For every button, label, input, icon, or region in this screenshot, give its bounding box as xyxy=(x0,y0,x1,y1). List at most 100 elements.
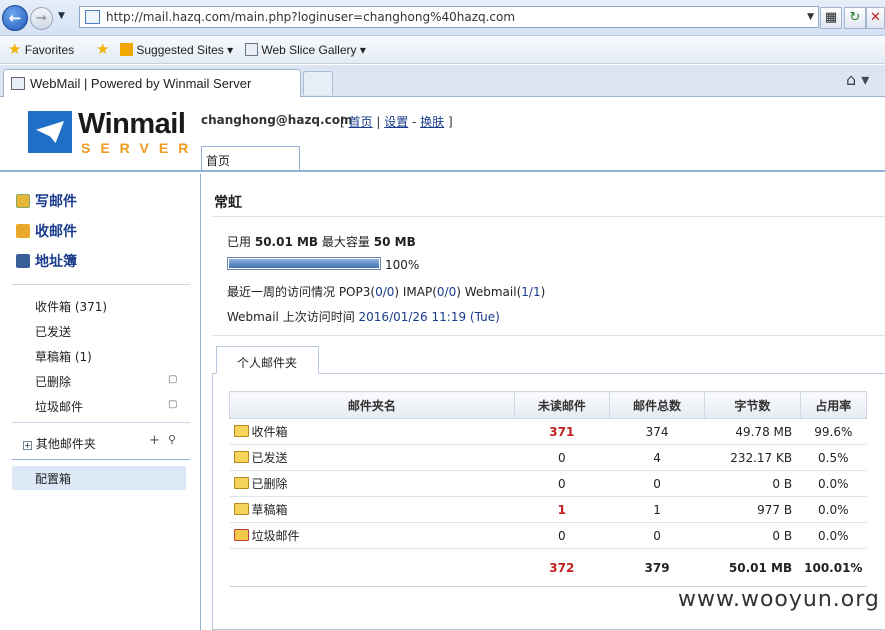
sidebar-item-junk[interactable]: 垃圾邮件 xyxy=(35,398,83,415)
stop-button[interactable]: ✕ xyxy=(866,7,885,29)
other-folders-toggle[interactable]: + 其他邮件夹 xyxy=(23,435,96,452)
tab-home[interactable]: 首页 xyxy=(201,146,300,170)
col-unread[interactable]: 未读邮件 xyxy=(513,391,610,419)
addressbook-button[interactable]: 地址簿 xyxy=(16,251,77,271)
sidebar: 写邮件 收邮件 地址簿 收件箱 (371) 已发送 草稿箱 (1) 已删除 ▢ … xyxy=(0,174,201,630)
usage-rate: 99.6% xyxy=(800,418,867,445)
folder-sent-icon xyxy=(233,451,249,463)
compose-button[interactable]: 写邮件 xyxy=(16,191,77,211)
folder-deleted-icon xyxy=(233,477,249,489)
expand-icon: + xyxy=(23,441,32,450)
total-count: 1 xyxy=(609,496,705,523)
folder-table: 邮件夹名 未读邮件 邮件总数 字节数 占用率 收件箱 371 374 49.78… xyxy=(229,391,868,587)
byte-size: 49.78 MB xyxy=(704,418,801,445)
divider xyxy=(12,459,190,460)
col-folder-name[interactable]: 邮件夹名 xyxy=(229,391,515,419)
folder-link-drafts[interactable]: 草稿箱 xyxy=(229,496,515,523)
tab-personal-folders[interactable]: 个人邮件夹 xyxy=(216,346,319,374)
user-email: changhong@hazq.com xyxy=(201,113,353,127)
back-button[interactable]: ← xyxy=(2,5,28,31)
manage-folder-icon[interactable]: ⚲ xyxy=(168,433,176,446)
favorites-bar: ★ Favorites ★ Suggested Sites ▾ Web Slic… xyxy=(0,37,885,64)
sidebar-item-inbox[interactable]: 收件箱 (371) xyxy=(35,298,107,315)
col-usage[interactable]: 占用率 xyxy=(799,391,868,419)
logo-wordmark: Winmail xyxy=(78,108,186,140)
table-total-row: 372 379 50.01 MB 100.01% xyxy=(229,548,867,587)
table-row: 收件箱 371 374 49.78 MB 99.6% xyxy=(229,418,867,445)
usage-rate: 0.0% xyxy=(800,470,867,497)
folder-link-deleted[interactable]: 已删除 xyxy=(229,470,515,497)
browser-tab-active[interactable]: WebMail | Powered by Winmail Server xyxy=(3,69,301,97)
settings-link[interactable]: 设置 xyxy=(384,115,408,129)
byte-size: 0 B xyxy=(704,470,801,497)
empty-junk-icon[interactable]: ▢ xyxy=(168,399,177,410)
sidebar-item-config[interactable]: 配置箱 xyxy=(12,466,186,490)
compat-view-button[interactable]: ▦ xyxy=(820,7,842,29)
empty-trash-icon[interactable]: ▢ xyxy=(168,374,177,385)
refresh-button[interactable]: ↻ xyxy=(844,7,866,29)
total-count: 0 xyxy=(609,522,705,549)
byte-size: 0 B xyxy=(704,522,801,549)
star-icon: ★ xyxy=(8,41,22,58)
folder-link-junk[interactable]: 垃圾邮件 xyxy=(229,522,515,549)
unread-count: 0 xyxy=(514,470,610,497)
folder-link-sent[interactable]: 已发送 xyxy=(229,444,515,471)
forward-button[interactable]: → xyxy=(30,7,53,30)
url-field[interactable]: http://mail.hazq.com/main.php?loginuser=… xyxy=(79,6,819,28)
unread-count: 0 xyxy=(514,522,610,549)
quota-line: 已用 50.01 MB 最大容量 50 MB xyxy=(227,235,416,249)
home-link[interactable]: 首页 xyxy=(349,115,373,129)
add-folder-icon[interactable]: + xyxy=(149,433,160,448)
browser-tab-strip: WebMail | Powered by Winmail Server ⌂ ▾ xyxy=(0,65,885,97)
table-row: 草稿箱 1 1 977 B 0.0% xyxy=(229,496,867,523)
total-bytes: 50.01 MB xyxy=(704,548,801,587)
unread-count: 0 xyxy=(514,444,610,471)
total-messages: 379 xyxy=(609,548,705,587)
table-row: 已发送 0 4 232.17 KB 0.5% xyxy=(229,444,867,471)
byte-size: 977 B xyxy=(704,496,801,523)
watermark: www.wooyun.org xyxy=(678,587,880,612)
usage-rate: 0.5% xyxy=(800,444,867,471)
suggested-sites-link[interactable]: Suggested Sites ▾ xyxy=(120,43,233,57)
folder-inbox-icon xyxy=(233,425,249,437)
quota-progress-bar xyxy=(227,257,381,270)
url-text: http://mail.hazq.com/main.php?loginuser=… xyxy=(106,10,516,24)
winmail-logo-icon xyxy=(28,111,72,153)
weekly-access-line: 最近一周的访问情况 POP3(0/0) IMAP(0/0) Webmail(1/… xyxy=(227,285,546,299)
table-row: 垃圾邮件 0 0 0 B 0.0% xyxy=(229,522,867,549)
quota-progress-fill xyxy=(229,259,379,268)
table-row: 已删除 0 0 0 B 0.0% xyxy=(229,470,867,497)
quota-percent: 100% xyxy=(385,258,420,272)
sidebar-item-drafts[interactable]: 草稿箱 (1) xyxy=(35,348,92,365)
divider xyxy=(12,284,190,285)
total-count: 4 xyxy=(609,444,705,471)
col-total[interactable]: 邮件总数 xyxy=(608,391,706,419)
home-icon[interactable]: ⌂ ▾ xyxy=(846,70,869,89)
web-slice-gallery-link[interactable]: Web Slice Gallery ▾ xyxy=(245,43,366,57)
new-tab-button[interactable] xyxy=(303,71,333,95)
sidebar-item-sent[interactable]: 已发送 xyxy=(35,323,71,340)
folder-junk-icon xyxy=(233,529,249,541)
total-count: 374 xyxy=(609,418,705,445)
sidebar-item-deleted[interactable]: 已删除 xyxy=(35,373,71,390)
skin-link[interactable]: 换肤 xyxy=(420,115,444,129)
compose-icon xyxy=(16,194,30,208)
usage-rate: 0.0% xyxy=(800,496,867,523)
bing-icon xyxy=(120,43,133,56)
addressbook-icon xyxy=(16,254,30,268)
add-favorite-icon[interactable]: ★ xyxy=(96,42,109,57)
col-bytes[interactable]: 字节数 xyxy=(704,391,801,419)
main-panel: 常虹 已用 50.01 MB 最大容量 50 MB 100% 最近一周的访问情况… xyxy=(202,174,885,630)
total-count: 0 xyxy=(609,470,705,497)
usage-rate: 0.0% xyxy=(800,522,867,549)
favorites-button[interactable]: ★ Favorites xyxy=(8,41,74,58)
receive-button[interactable]: 收邮件 xyxy=(16,221,77,241)
folder-link-inbox[interactable]: 收件箱 xyxy=(229,418,515,445)
divider xyxy=(12,422,190,423)
download-icon xyxy=(16,224,30,238)
page-icon xyxy=(85,10,100,24)
history-dropdown-icon[interactable]: ▼ xyxy=(58,11,65,21)
unread-count: 371 xyxy=(514,418,610,445)
page-icon xyxy=(245,43,258,56)
url-dropdown-icon[interactable]: ▼ xyxy=(807,7,814,27)
